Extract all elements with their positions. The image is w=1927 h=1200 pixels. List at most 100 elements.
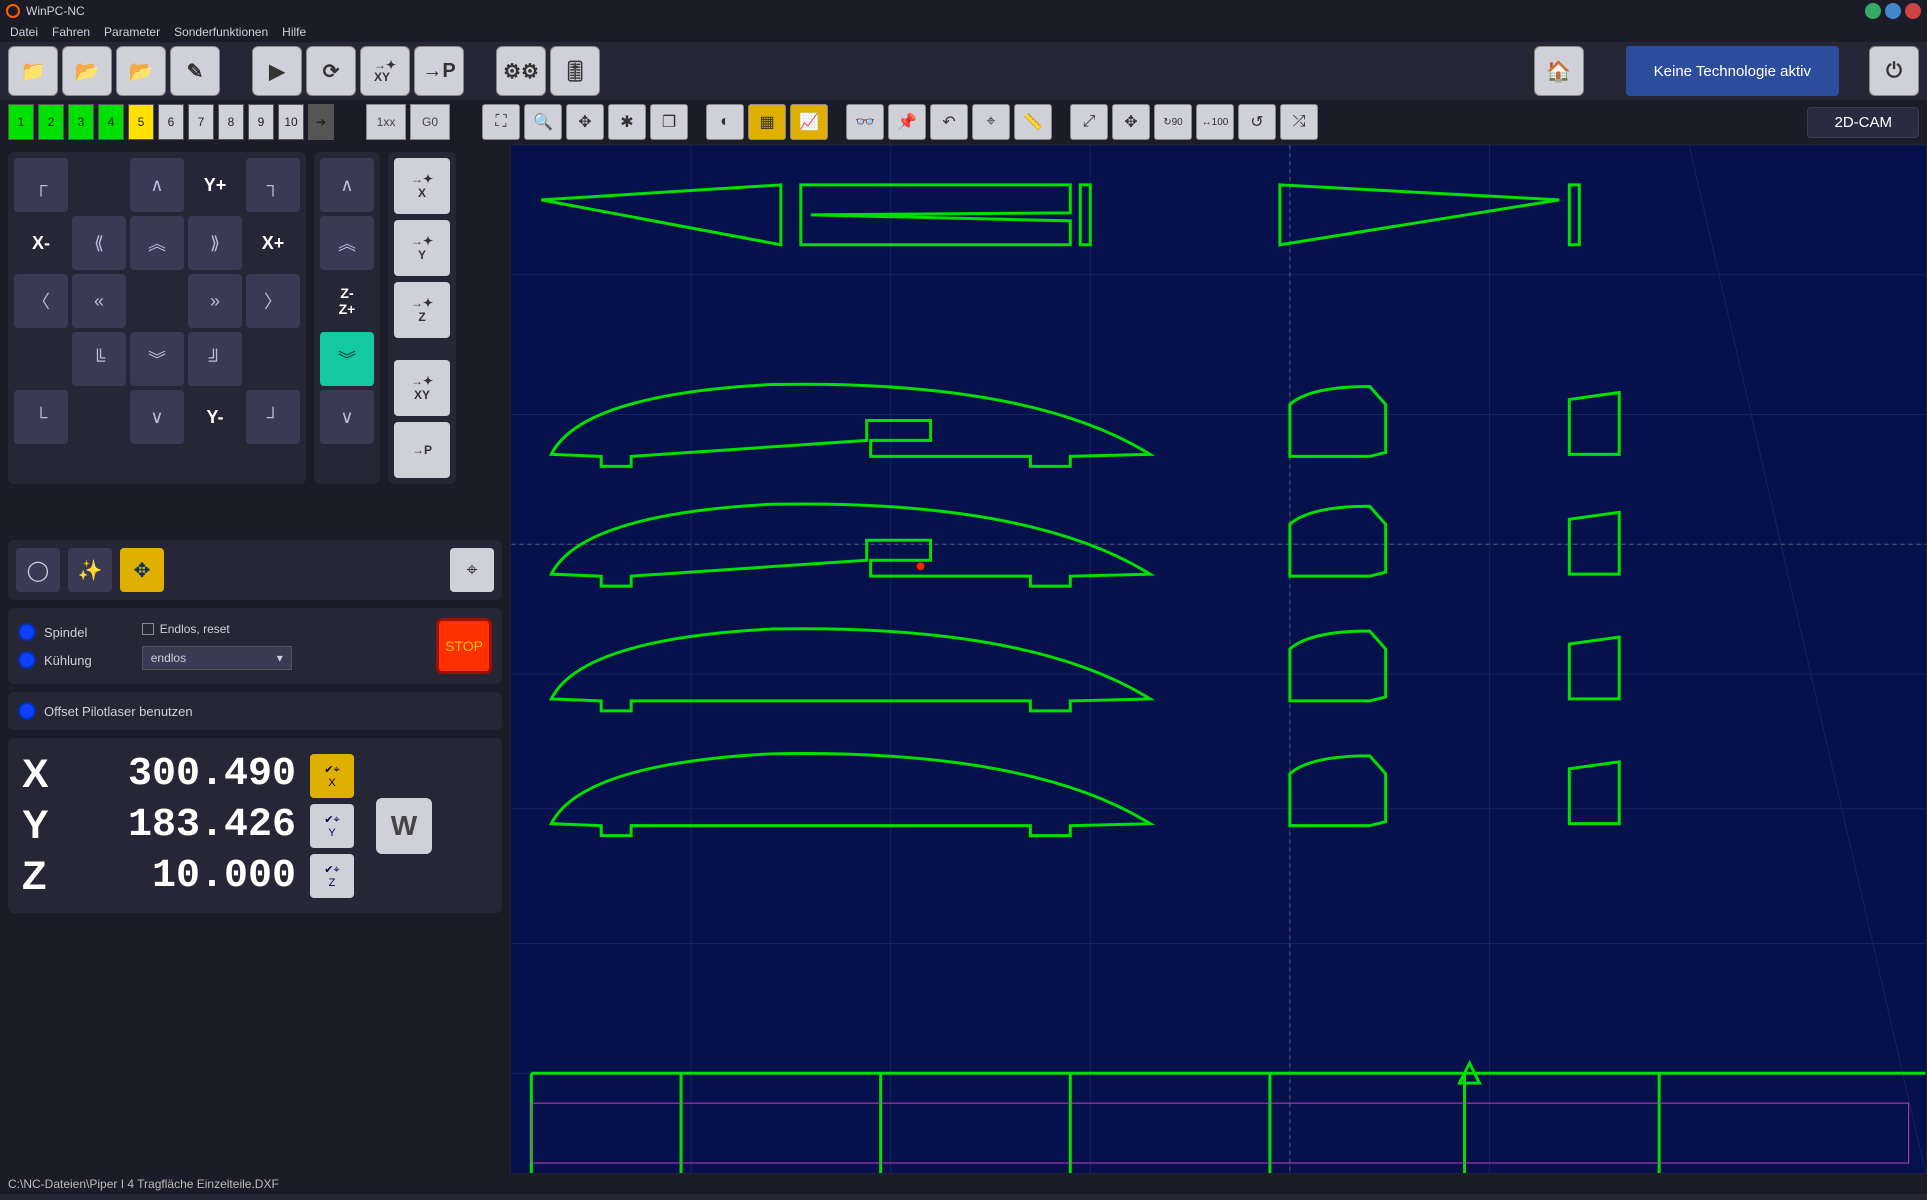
- pilot-indicator[interactable]: [18, 702, 36, 720]
- rotate-90-button[interactable]: ↻90: [1154, 104, 1192, 140]
- tool-slot-10[interactable]: 10: [278, 104, 304, 140]
- minimize-button[interactable]: [1865, 3, 1881, 19]
- run-button[interactable]: ▶: [252, 46, 302, 96]
- set-x-button[interactable]: ✔⌖X: [310, 754, 354, 798]
- jog-z-plus[interactable]: ∨: [320, 390, 374, 444]
- endless-checkbox[interactable]: [142, 623, 154, 635]
- repeat-button[interactable]: ⟳: [306, 46, 356, 96]
- pin-button[interactable]: 📌: [888, 104, 926, 140]
- tool-slot-5[interactable]: 5: [128, 104, 154, 140]
- tool-slot-7[interactable]: 7: [188, 104, 214, 140]
- tool-slot-2[interactable]: 2: [38, 104, 64, 140]
- settings2-button[interactable]: 🎚: [550, 46, 600, 96]
- close-button[interactable]: [1905, 3, 1921, 19]
- jog-z-minus-fast[interactable]: ︽: [320, 216, 374, 270]
- spindel-label: Spindel: [44, 625, 87, 640]
- jog-yminus-label: Y-: [188, 390, 242, 444]
- kuhlung-indicator[interactable]: [18, 651, 36, 669]
- jog-y-minus[interactable]: ∨: [130, 390, 184, 444]
- fn-circle-button[interactable]: ◯: [16, 548, 60, 592]
- left-panel: ┌ ∧ Y+ ┐ X- ⟪ ︽ ⟫ X+ 〈 « » 〉 ╚: [0, 144, 510, 1174]
- jog-se-inner[interactable]: ╝: [188, 332, 242, 386]
- goto-xy-origin-button[interactable]: →✦XY: [360, 46, 410, 96]
- menu-hilfe[interactable]: Hilfe: [282, 25, 306, 39]
- goto-park-small-button[interactable]: →P: [394, 422, 450, 478]
- reload-file-button[interactable]: 📂: [116, 46, 166, 96]
- jog-x-minus-fast[interactable]: ⟪: [72, 216, 126, 270]
- undo-button[interactable]: ↶: [930, 104, 968, 140]
- zoom-button[interactable]: 🔍: [524, 104, 562, 140]
- jog-y-plus-fast[interactable]: ︽: [130, 216, 184, 270]
- endless-select[interactable]: endlos▾: [142, 646, 292, 670]
- scale-100-button[interactable]: ↔100: [1196, 104, 1234, 140]
- menu-fahren[interactable]: Fahren: [52, 25, 90, 39]
- goto-z-button[interactable]: →✦Z: [394, 282, 450, 338]
- jog-se-limit[interactable]: ┘: [246, 390, 300, 444]
- maximize-button[interactable]: [1885, 3, 1901, 19]
- goto-y-button[interactable]: →✦Y: [394, 220, 450, 276]
- home-button[interactable]: 🏠: [1534, 46, 1584, 96]
- jog-z-plus-fast[interactable]: ︾: [320, 332, 374, 386]
- jog-x-plus-step[interactable]: »: [188, 274, 242, 328]
- settings1-button[interactable]: ⚙⚙: [496, 46, 546, 96]
- open-file-button[interactable]: 📁: [8, 46, 58, 96]
- contrast-button[interactable]: ◐: [706, 104, 744, 140]
- jog-x-minus-step[interactable]: «: [72, 274, 126, 328]
- scale-button[interactable]: ⤢: [1070, 104, 1108, 140]
- jog-ne-limit[interactable]: ┐: [246, 158, 300, 212]
- tool-slot-4[interactable]: 4: [98, 104, 124, 140]
- menu-datei[interactable]: Datei: [10, 25, 38, 39]
- stop-button[interactable]: STOP: [436, 618, 492, 674]
- center-button[interactable]: ✥: [1112, 104, 1150, 140]
- pan-button[interactable]: ✥: [566, 104, 604, 140]
- tool-slot-6[interactable]: 6: [158, 104, 184, 140]
- probe-button[interactable]: ⌖: [972, 104, 1010, 140]
- view-goggles-button[interactable]: 👓: [846, 104, 884, 140]
- tool-next-button[interactable]: ➔: [308, 104, 334, 140]
- menu-parameter[interactable]: Parameter: [104, 25, 160, 39]
- graph-toggle-button[interactable]: 📈: [790, 104, 828, 140]
- tool-slot-1[interactable]: 1: [8, 104, 34, 140]
- tool-slot-3[interactable]: 3: [68, 104, 94, 140]
- fn-arrows-button[interactable]: ✥: [120, 548, 164, 592]
- workpiece-button[interactable]: W: [376, 798, 432, 854]
- spindel-indicator[interactable]: [18, 623, 36, 641]
- set-y-button[interactable]: ✔⌖Y: [310, 804, 354, 848]
- grid-icon: ▦: [759, 112, 774, 132]
- kuhlung-label: Kühlung: [44, 653, 92, 668]
- menu-sonderfunktionen[interactable]: Sonderfunktionen: [174, 25, 268, 39]
- goto-x-button[interactable]: →✦X: [394, 158, 450, 214]
- origin-button[interactable]: ✱: [608, 104, 646, 140]
- jog-x-plus[interactable]: 〉: [246, 274, 300, 328]
- jog-sw-limit[interactable]: └: [14, 390, 68, 444]
- speed-g0-button[interactable]: G0: [410, 104, 450, 140]
- jog-z-minus[interactable]: ∧: [320, 158, 374, 212]
- flip-button[interactable]: ⤮: [1280, 104, 1318, 140]
- tool-slot-9[interactable]: 9: [248, 104, 274, 140]
- goto-park-button[interactable]: →P: [414, 46, 464, 96]
- power-button[interactable]: ⏻: [1869, 46, 1919, 96]
- mirror-button[interactable]: ↺: [1238, 104, 1276, 140]
- fn-target-button[interactable]: ⌖: [450, 548, 494, 592]
- cam-mode-button[interactable]: 2D-CAM: [1807, 107, 1919, 138]
- folder-icon: 📁: [21, 59, 46, 84]
- set-z-button[interactable]: ✔⌖Z: [310, 854, 354, 898]
- jog-y-minus-fast[interactable]: ︾: [130, 332, 184, 386]
- folder-refresh-icon: 📂: [129, 59, 154, 84]
- jog-sw-inner[interactable]: ╚: [72, 332, 126, 386]
- open-favorite-button[interactable]: 📂: [62, 46, 112, 96]
- 3d-view-button[interactable]: ❐: [650, 104, 688, 140]
- edit-button[interactable]: ✎: [170, 46, 220, 96]
- fn-wand-button[interactable]: ✨: [68, 548, 112, 592]
- tool-slot-8[interactable]: 8: [218, 104, 244, 140]
- measure-button[interactable]: 📏: [1014, 104, 1052, 140]
- jog-y-plus[interactable]: ∧: [130, 158, 184, 212]
- jog-nw-limit[interactable]: ┌: [14, 158, 68, 212]
- jog-x-plus-fast[interactable]: ⟫: [188, 216, 242, 270]
- fit-view-button[interactable]: ⛶: [482, 104, 520, 140]
- cad-viewport[interactable]: [510, 144, 1927, 1174]
- goto-xy-button[interactable]: →✦XY: [394, 360, 450, 416]
- speed-1xx-button[interactable]: 1xx: [366, 104, 406, 140]
- jog-x-minus[interactable]: 〈: [14, 274, 68, 328]
- grid-toggle-button[interactable]: ▦: [748, 104, 786, 140]
